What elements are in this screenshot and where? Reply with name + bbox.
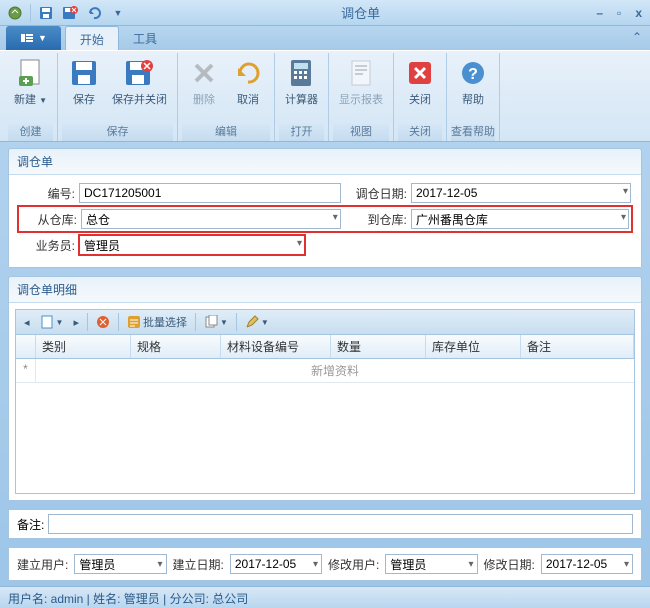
detail-copy-btn[interactable]: ▼ bbox=[200, 313, 232, 331]
save-icon bbox=[68, 57, 100, 89]
qat-undo-icon[interactable] bbox=[83, 3, 105, 23]
quick-access-toolbar: ▼ bbox=[4, 3, 129, 23]
ribbon: 新建 ▼ 创建 保存 保存并关闭 保存 删除 取消 bbox=[0, 50, 650, 142]
saveclose-icon bbox=[123, 57, 155, 89]
ribbon-collapse-icon[interactable]: ⌃ bbox=[632, 30, 642, 44]
file-tab[interactable]: ▼ bbox=[6, 26, 61, 50]
col-code[interactable]: 材料设备编号 bbox=[221, 335, 331, 358]
delete-icon bbox=[188, 57, 220, 89]
field-bh[interactable]: DC171205001 bbox=[79, 183, 341, 203]
help-button[interactable]: ? 帮助 bbox=[451, 55, 495, 122]
qat-saveclose-icon[interactable] bbox=[59, 3, 81, 23]
new-icon bbox=[14, 57, 46, 89]
detail-edit-btn[interactable]: ▼ bbox=[241, 313, 273, 331]
calc-button[interactable]: 计算器 bbox=[279, 55, 324, 122]
label-modify-date: 修改日期: bbox=[484, 556, 535, 573]
label-create-user: 建立用户: bbox=[17, 556, 68, 573]
audit-panel: 建立用户: 管理员 建立日期: 2017-12-05 修改用户: 管理员 修改日… bbox=[8, 547, 642, 581]
qat-app-icon[interactable] bbox=[4, 3, 26, 23]
col-spec[interactable]: 规格 bbox=[131, 335, 221, 358]
grid-header: 类别 规格 材料设备编号 数量 库存单位 备注 bbox=[16, 335, 634, 359]
label-modify-user: 修改用户: bbox=[328, 556, 379, 573]
maximize-button[interactable]: ▫ bbox=[613, 6, 625, 20]
report-button: 显示报表 bbox=[333, 55, 389, 122]
detail-next-btn[interactable]: ▸ bbox=[69, 314, 83, 331]
col-note[interactable]: 备注 bbox=[521, 335, 634, 358]
new-button[interactable]: 新建 ▼ bbox=[8, 55, 53, 122]
grid-new-row[interactable]: * 新增资料 bbox=[16, 359, 634, 383]
calculator-icon bbox=[285, 57, 317, 89]
close-icon bbox=[404, 57, 436, 89]
new-row-hint: 新增资料 bbox=[36, 359, 634, 382]
title-bar: ▼ 调仓单 – ▫ x bbox=[0, 0, 650, 26]
detail-prev-btn[interactable]: ◂ bbox=[20, 314, 34, 331]
qat-save-icon[interactable] bbox=[35, 3, 57, 23]
field-from[interactable]: 总仓 bbox=[81, 209, 341, 229]
window-title: 调仓单 bbox=[129, 3, 592, 22]
status-bar: 用户名: admin | 姓名: 管理员 | 分公司: 总公司 bbox=[0, 586, 650, 608]
ribbon-group-close: 关闭 关闭 bbox=[394, 53, 447, 141]
field-to[interactable]: 广州番禺仓库 bbox=[411, 209, 629, 229]
panel-header: 调仓单 编号: DC171205001 调仓日期: 2017-12-05 从仓库… bbox=[8, 148, 642, 268]
panel-header-title: 调仓单 bbox=[9, 149, 641, 175]
svg-text:?: ? bbox=[468, 66, 478, 83]
field-modify-user[interactable]: 管理员 bbox=[385, 554, 477, 574]
ribbon-group-edit: 删除 取消 编辑 bbox=[178, 53, 275, 141]
label-bh: 编号: bbox=[19, 185, 79, 202]
content-area: 调仓单 编号: DC171205001 调仓日期: 2017-12-05 从仓库… bbox=[0, 142, 650, 591]
detail-new-btn[interactable]: ▼ bbox=[36, 313, 68, 331]
field-ywy[interactable]: 管理员 bbox=[79, 235, 305, 255]
label-rq: 调仓日期: bbox=[341, 185, 411, 202]
close-button[interactable]: 关闭 bbox=[398, 55, 442, 122]
undo-icon bbox=[232, 57, 264, 89]
help-icon: ? bbox=[457, 57, 489, 89]
memo-input[interactable] bbox=[48, 514, 633, 534]
detail-toolbar: ◂ ▼ ▸ 批量选择 ▼ ▼ bbox=[15, 309, 635, 335]
file-menu-icon bbox=[20, 32, 34, 44]
label-create-date: 建立日期: bbox=[173, 556, 224, 573]
col-cat[interactable]: 类别 bbox=[36, 335, 131, 358]
field-modify-date[interactable]: 2017-12-05 bbox=[541, 554, 633, 574]
qat-dropdown-icon[interactable]: ▼ bbox=[107, 3, 129, 23]
cancel-button[interactable]: 取消 bbox=[226, 55, 270, 122]
ribbon-tabs: ▼ 开始 工具 ⌃ bbox=[0, 26, 650, 50]
grid-body[interactable] bbox=[16, 383, 634, 493]
tab-start[interactable]: 开始 bbox=[65, 26, 119, 50]
ribbon-group-help: ? 帮助 查看帮助 bbox=[447, 53, 500, 141]
detail-batch-btn[interactable]: 批量选择 bbox=[123, 312, 191, 332]
col-qty[interactable]: 数量 bbox=[331, 335, 426, 358]
tab-tools[interactable]: 工具 bbox=[119, 26, 171, 50]
field-create-date[interactable]: 2017-12-05 bbox=[230, 554, 322, 574]
field-create-user[interactable]: 管理员 bbox=[74, 554, 166, 574]
saveclose-button[interactable]: 保存并关闭 bbox=[106, 55, 173, 122]
label-ywy: 业务员: bbox=[19, 237, 79, 254]
save-button[interactable]: 保存 bbox=[62, 55, 106, 122]
report-icon bbox=[345, 57, 377, 89]
field-rq[interactable]: 2017-12-05 bbox=[411, 183, 631, 203]
ribbon-group-save: 保存 保存并关闭 保存 bbox=[58, 53, 178, 141]
ribbon-group-open: 计算器 打开 bbox=[275, 53, 329, 141]
memo-label: 备注: bbox=[17, 516, 44, 533]
panel-detail-title: 调仓单明细 bbox=[9, 277, 641, 303]
ribbon-group-view: 显示报表 视图 bbox=[329, 53, 394, 141]
label-to: 到仓库: bbox=[341, 211, 411, 228]
delete-button: 删除 bbox=[182, 55, 226, 122]
col-unit[interactable]: 库存单位 bbox=[426, 335, 521, 358]
panel-detail: 调仓单明细 ◂ ▼ ▸ 批量选择 ▼ ▼ 类别 规格 材料设备 bbox=[8, 276, 642, 501]
label-from: 从仓库: bbox=[21, 211, 81, 228]
window-controls: – ▫ x bbox=[592, 6, 646, 20]
new-row-star-icon: * bbox=[16, 359, 36, 382]
minimize-button[interactable]: – bbox=[592, 6, 607, 20]
detail-delete-btn[interactable] bbox=[92, 313, 114, 331]
detail-grid: 类别 规格 材料设备编号 数量 库存单位 备注 * 新增资料 bbox=[15, 335, 635, 494]
close-window-button[interactable]: x bbox=[631, 6, 646, 20]
memo-panel: 备注: bbox=[8, 509, 642, 539]
ribbon-group-create: 新建 ▼ 创建 bbox=[4, 53, 58, 141]
